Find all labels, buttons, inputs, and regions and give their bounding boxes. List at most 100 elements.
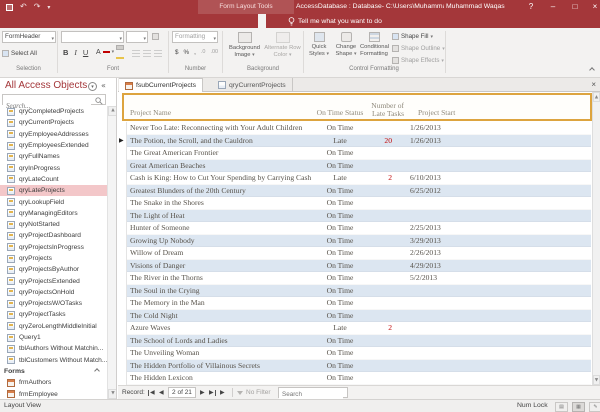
next-record-button[interactable]: ▶ bbox=[200, 386, 205, 399]
table-row[interactable]: ▶ Never Too Late: Reconnecting with Your… bbox=[127, 122, 591, 135]
cell-on-time-status[interactable]: Late bbox=[312, 135, 368, 148]
cell-project-start[interactable]: 3/29/2013 bbox=[410, 235, 441, 248]
background-image-button[interactable]: Background Image ▾ bbox=[226, 30, 263, 66]
table-row[interactable]: ▶ The Snake in the Shores On Time bbox=[127, 197, 591, 210]
tell-me-box[interactable]: Tell me what you want to do bbox=[288, 14, 382, 28]
column-header-late-tasks[interactable]: Number ofLate Tasks bbox=[362, 102, 404, 118]
qat-customize-icon[interactable]: ▾ bbox=[47, 4, 50, 11]
number-format-combo[interactable]: Formatting ▾ bbox=[172, 31, 218, 43]
nav-item-query[interactable]: qryProjectsExtended bbox=[0, 275, 107, 286]
nav-item-form[interactable]: frmAuthors bbox=[0, 377, 107, 388]
nav-pane-menu-icon[interactable]: ▾ bbox=[88, 82, 97, 91]
ribbon-tab[interactable] bbox=[93, 14, 101, 28]
currency-button[interactable]: $ bbox=[175, 49, 179, 56]
nav-item-query[interactable]: Query1 bbox=[0, 332, 107, 343]
selection-type-combo[interactable]: FormHeader ▾ bbox=[2, 31, 56, 43]
column-header-project-start[interactable]: Project Start bbox=[418, 108, 455, 117]
close-tab-icon[interactable]: × bbox=[591, 78, 596, 92]
record-position-box[interactable]: 2 of 21 bbox=[168, 387, 196, 398]
layout-view-button[interactable]: ▦ bbox=[572, 402, 585, 412]
ribbon-tab[interactable] bbox=[29, 14, 37, 28]
table-row[interactable]: ▶ The Soul in the Crying On Time bbox=[127, 285, 591, 298]
nav-item-query[interactable]: qryEmployeeAddresses bbox=[0, 129, 107, 140]
ribbon-tab[interactable] bbox=[258, 14, 266, 28]
restore-button[interactable]: □ bbox=[566, 0, 584, 14]
cell-on-time-status[interactable]: On Time bbox=[312, 335, 368, 348]
cell-on-time-status[interactable]: On Time bbox=[312, 297, 368, 310]
ribbon-tab[interactable] bbox=[60, 14, 68, 28]
cell-on-time-status[interactable]: Late bbox=[312, 172, 368, 185]
scroll-down-icon[interactable]: ▼ bbox=[108, 389, 117, 399]
nav-item-query[interactable]: qryCurrentProjects bbox=[0, 117, 107, 128]
ribbon-tab[interactable] bbox=[198, 14, 206, 28]
nav-item-query[interactable]: qryProjectsByAuthor bbox=[0, 264, 107, 275]
cell-on-time-status[interactable]: On Time bbox=[312, 360, 368, 373]
cell-on-time-status[interactable]: On Time bbox=[312, 160, 368, 173]
table-row[interactable]: ▶ Cash is King: How to Cut Your Spending… bbox=[127, 172, 591, 185]
cell-on-time-status[interactable]: On Time bbox=[312, 260, 368, 273]
italic-button[interactable]: I bbox=[74, 48, 77, 57]
table-row[interactable]: ▶ The Hidden Portfolio of Villainous Sec… bbox=[127, 360, 591, 373]
font-color-button[interactable]: A ▾ bbox=[96, 46, 114, 58]
cell-late-tasks[interactable]: 2 bbox=[375, 322, 392, 335]
conditional-formatting-button[interactable]: Conditional Formatting bbox=[360, 30, 388, 66]
scroll-up-icon[interactable]: ▲ bbox=[593, 92, 600, 102]
cell-project-start[interactable]: 6/25/2012 bbox=[410, 185, 441, 198]
last-record-button[interactable]: ▶ bbox=[209, 386, 216, 399]
nav-item-query[interactable]: qryEmployeesExtended bbox=[0, 140, 107, 151]
help-button[interactable]: ? bbox=[522, 0, 540, 14]
previous-record-button[interactable]: ◀ bbox=[159, 386, 164, 399]
table-row[interactable]: ▶ The Great American Frontier On Time bbox=[127, 147, 591, 160]
nav-item-query[interactable]: qryLateCount bbox=[0, 174, 107, 185]
select-all-button[interactable]: Select All bbox=[2, 47, 37, 59]
align-center-icon[interactable] bbox=[143, 50, 151, 57]
shape-effects-button[interactable]: Shape Effects ▾ bbox=[392, 55, 444, 66]
shutter-close-icon[interactable]: « bbox=[101, 81, 106, 90]
nav-item-query[interactable]: qryProjectsW/OTasks bbox=[0, 298, 107, 309]
nav-item-query[interactable]: qryInProgress bbox=[0, 162, 107, 173]
cell-on-time-status[interactable]: On Time bbox=[312, 272, 368, 285]
cell-on-time-status[interactable]: On Time bbox=[312, 372, 368, 385]
alternate-row-color-button[interactable]: Alternate Row Color ▾ bbox=[264, 30, 301, 66]
nav-item-query[interactable]: qryProjects bbox=[0, 253, 107, 264]
align-left-icon[interactable] bbox=[132, 50, 140, 57]
cell-late-tasks[interactable]: 2 bbox=[375, 172, 392, 185]
cell-on-time-status[interactable]: Late bbox=[312, 322, 368, 335]
percent-button[interactable]: % bbox=[184, 49, 190, 56]
nav-item-query[interactable]: qryProjectTasks bbox=[0, 309, 107, 320]
cell-on-time-status[interactable]: On Time bbox=[312, 197, 368, 210]
form-view-button[interactable]: ▤ bbox=[555, 402, 568, 412]
ribbon-tab[interactable] bbox=[226, 14, 234, 28]
column-header-on-time-status[interactable]: On Time Status bbox=[312, 108, 368, 117]
change-shape-button[interactable]: Change Shape ▾ bbox=[333, 30, 359, 66]
nav-item-query[interactable]: tblAuthors Without Matchin... bbox=[0, 343, 107, 354]
font-name-combo[interactable]: ▾ bbox=[61, 31, 124, 43]
nav-item-query[interactable]: qryZeroLengthMiddleInitial bbox=[0, 321, 107, 332]
nav-item-query[interactable]: qryLookupField bbox=[0, 196, 107, 207]
font-size-combo[interactable]: ▾ bbox=[126, 31, 148, 43]
cell-on-time-status[interactable]: On Time bbox=[312, 147, 368, 160]
align-right-icon[interactable] bbox=[154, 50, 162, 57]
cell-on-time-status[interactable]: On Time bbox=[312, 235, 368, 248]
table-row[interactable]: ▶ Great American Beaches On Time bbox=[127, 160, 591, 173]
cell-project-start[interactable]: 2/26/2013 bbox=[410, 247, 441, 260]
cell-project-start[interactable]: 1/26/2013 bbox=[410, 135, 441, 148]
nav-item-query[interactable]: qryLateProjects bbox=[0, 185, 107, 196]
nav-item-query[interactable]: qryProjectDashboard bbox=[0, 230, 107, 241]
nav-item-query[interactable]: qryProjectsOnHold bbox=[0, 287, 107, 298]
nav-item-query[interactable]: qryProjectsInProgress bbox=[0, 242, 107, 253]
comma-button[interactable]: , bbox=[194, 49, 196, 56]
cell-project-start[interactable]: 4/29/2013 bbox=[410, 260, 441, 273]
table-row[interactable]: ▶ Growing Up Nobody On Time 3/29/2013 bbox=[127, 235, 591, 248]
cell-project-start[interactable]: 6/10/2013 bbox=[410, 172, 441, 185]
cell-project-start[interactable]: 5/2/2013 bbox=[410, 272, 437, 285]
document-tab[interactable]: fsubCurrentProjects bbox=[119, 78, 203, 92]
ribbon-tab[interactable] bbox=[140, 14, 148, 28]
nav-item-query[interactable]: qryManagingEditors bbox=[0, 208, 107, 219]
design-view-button[interactable]: ✎ bbox=[589, 402, 600, 412]
table-row[interactable]: ▶ Greatest Blunders of the 20th Century … bbox=[127, 185, 591, 198]
underline-button[interactable]: U bbox=[83, 48, 88, 57]
fill-color-button[interactable] bbox=[116, 45, 124, 57]
table-row[interactable]: ▶ Azure Waves Late 2 bbox=[127, 322, 591, 335]
form-scrollbar[interactable]: ▲ ▼ bbox=[592, 92, 600, 385]
